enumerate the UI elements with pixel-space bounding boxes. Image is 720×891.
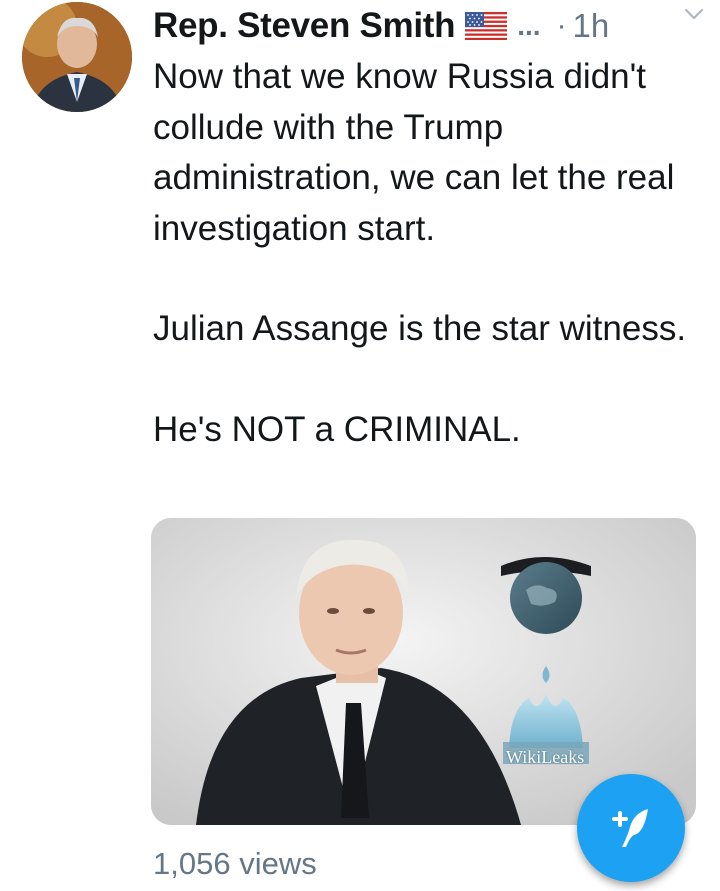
view-count: 1,056 views xyxy=(153,846,317,881)
tweet-header: Rep. Steven Smith ... · 1h xyxy=(153,4,720,48)
chevron-down-icon[interactable] xyxy=(682,2,706,26)
tweet-text: Now that we know Russia didn't collude w… xyxy=(153,52,703,455)
tweet-paragraph: Julian Assange is the star witness. xyxy=(153,309,687,348)
us-flag-icon xyxy=(465,12,508,40)
wikileaks-logo-text: WikiLeaks xyxy=(506,747,585,767)
author-name[interactable]: Rep. Steven Smith xyxy=(153,6,456,46)
name-truncation-ellipsis: ... xyxy=(517,10,541,41)
tweet-paragraph: Now that we know Russia didn't collude w… xyxy=(153,57,675,248)
compose-tweet-icon xyxy=(612,809,648,847)
avatar-photo xyxy=(22,2,132,112)
avatar[interactable] xyxy=(22,2,132,112)
tweet-timestamp[interactable]: 1h xyxy=(573,7,610,45)
tweet-paragraph: He's NOT a CRIMINAL. xyxy=(153,409,521,449)
compose-tweet-button[interactable] xyxy=(577,774,685,882)
separator-dot: · xyxy=(556,9,567,42)
